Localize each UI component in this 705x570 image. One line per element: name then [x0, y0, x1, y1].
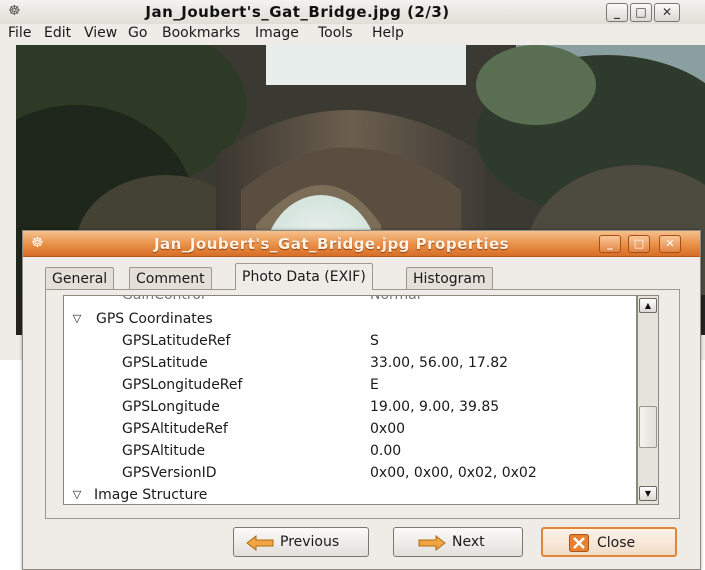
minimize-icon: _ [607, 237, 613, 250]
dialog-menu-icon[interactable]: ☸ [31, 235, 44, 251]
tab-photo-data-label: Photo Data (EXIF) [242, 269, 366, 285]
row-value: Normal [370, 295, 421, 303]
tab-comment-label: Comment [136, 271, 205, 287]
row-key: GPSLatitudeRef [122, 333, 231, 349]
arrow-right-icon [418, 535, 446, 551]
tab-general-label: General [52, 271, 108, 287]
tree-row[interactable]: GPSLatitudeRef S [64, 330, 636, 352]
expander-open-icon[interactable]: ▽ [70, 484, 84, 504]
row-key: GainControl [122, 295, 205, 303]
next-button[interactable]: Next [393, 527, 523, 557]
next-label: Next [452, 534, 485, 550]
expander-open-icon[interactable]: ▽ [70, 308, 84, 330]
menu-image[interactable]: Image [255, 25, 299, 41]
row-value: S [370, 333, 379, 349]
row-value: 33.00, 56.00, 17.82 [370, 355, 509, 371]
tree-row[interactable]: GPSVersionID 0x00, 0x00, 0x02, 0x02 [64, 462, 636, 484]
tab-photo-data-exif[interactable]: Photo Data (EXIF) [235, 263, 373, 290]
close-icon: ✕ [665, 237, 675, 250]
close-label: Close [597, 535, 636, 551]
tree-row-partial[interactable]: GainControl Normal [64, 295, 636, 306]
row-key: GPSLongitudeRef [122, 377, 243, 393]
close-button[interactable]: ✕ [654, 3, 680, 22]
maximize-icon: □ [633, 237, 645, 250]
dialog-close-button[interactable]: ✕ [659, 235, 681, 253]
row-value: 19.00, 9.00, 39.85 [370, 399, 500, 415]
menu-tools[interactable]: Tools [318, 25, 353, 41]
dialog-maximize-button[interactable]: □ [628, 235, 650, 253]
row-key: GPSVersionID [122, 465, 217, 481]
menu-go[interactable]: Go [128, 25, 147, 41]
maximize-icon: □ [635, 5, 647, 19]
previous-button[interactable]: Previous [233, 527, 369, 557]
dialog-titlebar[interactable]: ☸ Jan_Joubert's_Gat_Bridge.jpg Propertie… [23, 231, 700, 257]
row-key: GPSLongitude [122, 399, 220, 415]
row-value: 0.00 [370, 443, 402, 459]
scroll-up-icon[interactable]: ▲ [639, 298, 657, 313]
tree-group-gps-coordinates[interactable]: ▽ GPS Coordinates [64, 308, 636, 330]
tab-general[interactable]: General [45, 267, 115, 289]
viewer-title: Jan_Joubert's_Gat_Bridge.jpg (2/3) [145, 3, 450, 21]
tree-row[interactable]: GPSLongitudeRef E [64, 374, 636, 396]
row-value: E [370, 377, 379, 393]
row-value: 0x00 [370, 421, 406, 437]
row-key: GPSAltitude [122, 443, 206, 459]
row-value: 0x00, 0x00, 0x02, 0x02 [370, 465, 537, 481]
tree-row[interactable]: GPSAltitudeRef 0x00 [64, 418, 636, 440]
exif-tree-view[interactable]: GainControl Normal ▽ GPS Coordinates GPS… [63, 295, 637, 505]
maximize-button[interactable]: □ [630, 3, 652, 22]
minimize-icon: _ [614, 5, 620, 19]
tree-scrollbar[interactable]: ▲ ▼ [637, 295, 659, 505]
properties-dialog: ☸ Jan_Joubert's_Gat_Bridge.jpg Propertie… [22, 230, 701, 570]
minimize-button[interactable]: _ [606, 3, 628, 22]
menu-view[interactable]: View [84, 25, 117, 41]
close-x-icon [569, 534, 589, 552]
tree-group-image-structure[interactable]: ▽ Image Structure [64, 484, 636, 504]
menu-bookmarks[interactable]: Bookmarks [162, 25, 240, 41]
group-label: Image Structure [94, 487, 208, 503]
dialog-minimize-button[interactable]: _ [599, 235, 621, 253]
tab-histogram[interactable]: Histogram [406, 267, 493, 289]
tab-comment[interactable]: Comment [129, 267, 212, 289]
close-icon: ✕ [661, 5, 673, 19]
tree-row[interactable]: GPSAltitude 0.00 [64, 440, 636, 462]
scroll-down-icon[interactable]: ▼ [639, 486, 657, 501]
previous-label: Previous [280, 534, 340, 550]
tree-row[interactable]: GPSLatitude 33.00, 56.00, 17.82 [64, 352, 636, 374]
dialog-title: Jan_Joubert's_Gat_Bridge.jpg Properties [153, 235, 510, 253]
menu-file[interactable]: File [8, 25, 31, 41]
menubar: File Edit View Go Bookmarks Image Tools … [0, 24, 705, 45]
row-key: GPSLatitude [122, 355, 208, 371]
viewer-statusbar-edge [0, 335, 16, 360]
arrow-left-icon [246, 535, 274, 551]
tree-row[interactable]: GPSLongitude 19.00, 9.00, 39.85 [64, 396, 636, 418]
viewer-titlebar[interactable]: ☸ Jan_Joubert's_Gat_Bridge.jpg (2/3) _ □… [0, 0, 705, 24]
menu-edit[interactable]: Edit [44, 25, 71, 41]
group-label: GPS Coordinates [96, 311, 213, 327]
row-key: GPSAltitudeRef [122, 421, 228, 437]
tab-histogram-label: Histogram [413, 271, 486, 287]
scrollbar-thumb[interactable] [639, 406, 657, 448]
close-dialog-button[interactable]: Close [541, 527, 677, 557]
menu-help[interactable]: Help [372, 25, 404, 41]
